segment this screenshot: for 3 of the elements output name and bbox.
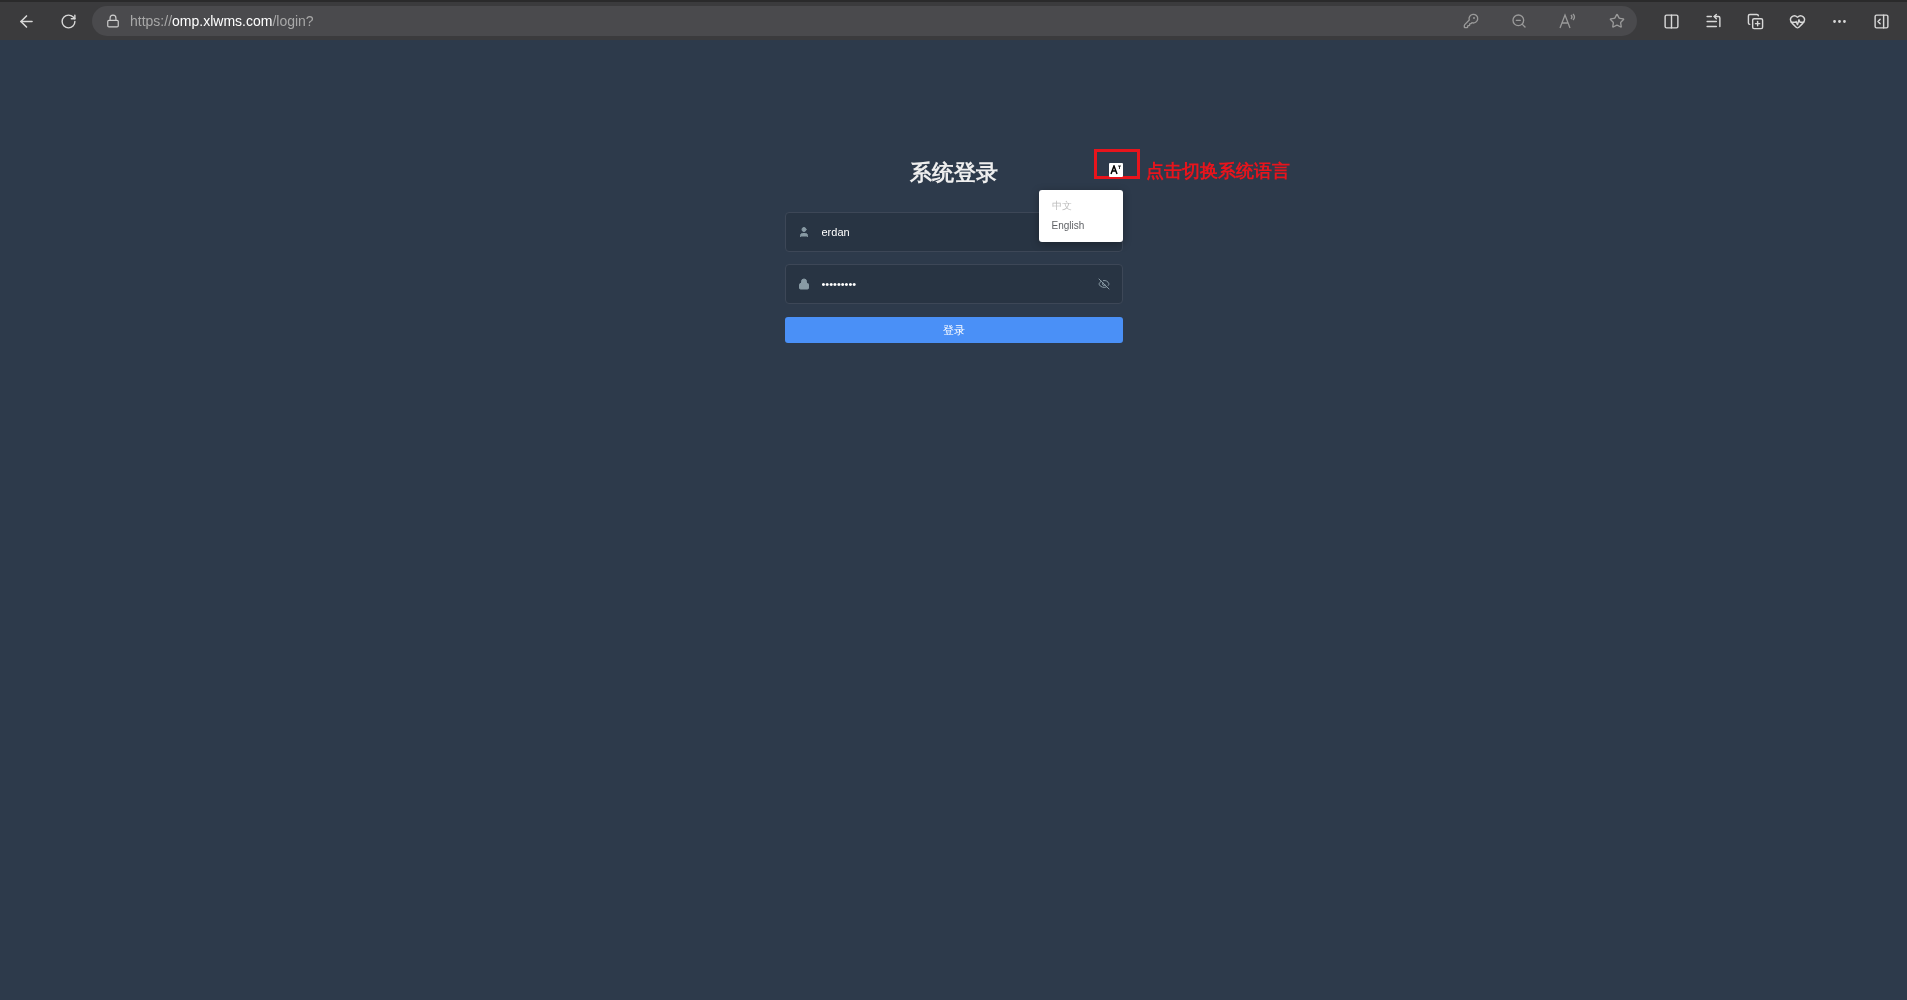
login-title: 系统登录 [909, 159, 998, 186]
annotation-text: 点击切换系统语言 [1145, 160, 1290, 183]
url-text: https://omp.xlwms.com/login? [130, 13, 315, 29]
